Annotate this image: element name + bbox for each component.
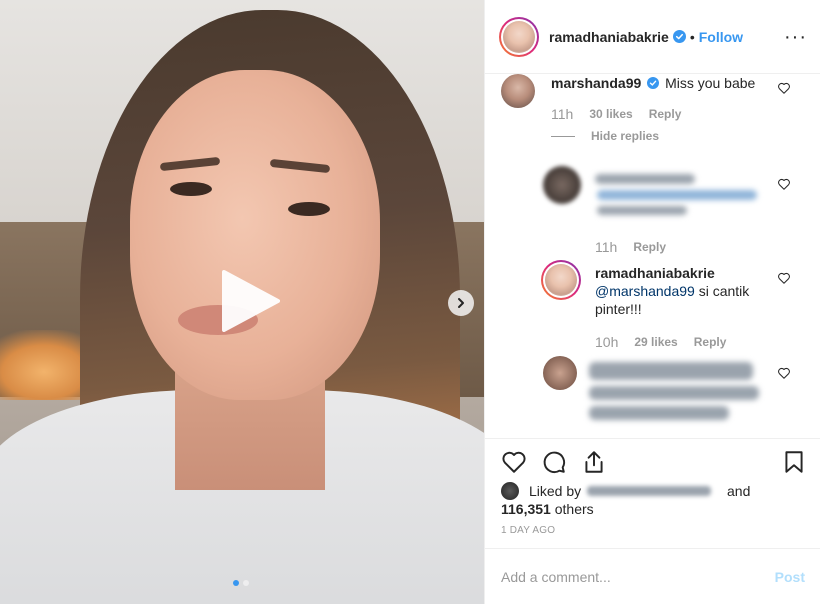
reply-likes[interactable]: 29 likes [634,335,677,349]
redacted-text [597,190,757,200]
carousel-dot [243,580,249,586]
post-header: ramadhaniabakrie • Follow ··· [485,0,820,74]
chevron-right-icon [458,298,464,308]
post-timestamp[interactable]: 1 DAY AGO [501,525,555,536]
post-comment-button[interactable]: Post [775,569,805,585]
bookmark-icon[interactable] [781,449,807,475]
reply-time: 11h [595,239,618,255]
more-icon[interactable]: ··· [784,26,807,49]
comment-text: marshanda99 Miss you babe [551,74,781,92]
carousel-indicator [233,580,249,586]
redacted-liker-name [587,486,711,496]
play-icon[interactable] [214,266,284,336]
likes-and: and [727,483,751,499]
likes-others: others [550,501,594,517]
hide-replies-label: Hide replies [591,129,660,143]
verified-icon [672,30,686,43]
liked-by-label: Liked by [529,483,582,499]
likes-count-number: 116,351 [501,501,551,517]
heart-icon[interactable] [777,271,791,285]
hide-replies-button[interactable]: Hide replies [551,129,659,143]
subject-eye-left [170,182,212,196]
reply-meta: 11h Reply [595,239,666,255]
comment-composer: Post [485,548,820,604]
hide-replies-line [551,135,575,137]
redacted-text [589,386,759,400]
comment-icon[interactable] [541,449,567,475]
comment-username[interactable]: marshanda99 [551,75,641,91]
author-username[interactable]: ramadhaniabakrie [549,29,669,45]
liker-avatar[interactable] [501,482,519,500]
add-comment-input[interactable] [501,568,775,585]
author-avatar[interactable] [499,16,539,57]
comments-list[interactable]: marshanda99 Miss you babe 11h 30 likes R… [485,74,820,438]
reply-avatar-redacted[interactable] [543,166,581,204]
separator-dot: • [689,28,695,45]
reply-text: ramadhaniabakrie @marshanda99 si cantik … [595,264,775,318]
action-bar [485,438,820,486]
reply-button[interactable]: Reply [649,107,682,121]
reply-button[interactable]: Reply [633,240,666,254]
heart-icon[interactable] [501,449,527,475]
heart-icon[interactable] [777,81,791,95]
verified-icon [647,77,660,89]
reply-meta: 10h 29 likes Reply [595,334,726,350]
subject-eye-right [288,202,330,216]
post-panel: ramadhaniabakrie • Follow ··· marshanda9… [484,0,820,604]
reply-time: 10h [595,334,619,350]
subject-face [130,70,380,400]
commenter-avatar[interactable] [501,74,535,108]
reply-mention[interactable]: @marshanda99 [595,283,695,299]
redacted-username [595,174,695,184]
reply-avatar-redacted[interactable] [543,356,577,390]
post-media[interactable] [0,0,484,604]
redacted-text [589,406,729,420]
redacted-text [589,362,753,380]
share-icon[interactable] [581,449,607,475]
reply-author-avatar[interactable] [541,260,581,300]
reply-button[interactable]: Reply [694,335,727,349]
comment-body: Miss you babe [665,75,756,91]
reply-username[interactable]: ramadhaniabakrie [595,265,715,281]
comment-time: 11h [551,106,574,122]
carousel-dot-active [233,580,239,586]
next-media-button[interactable] [448,290,474,316]
likes-count[interactable]: 116,351 others [501,500,594,518]
follow-button[interactable]: Follow [699,29,743,45]
heart-icon[interactable] [777,366,791,380]
redacted-text [597,206,687,215]
comment-meta: 11h 30 likes Reply [551,106,681,122]
heart-icon[interactable] [777,177,791,191]
comment-likes[interactable]: 30 likes [589,107,632,121]
